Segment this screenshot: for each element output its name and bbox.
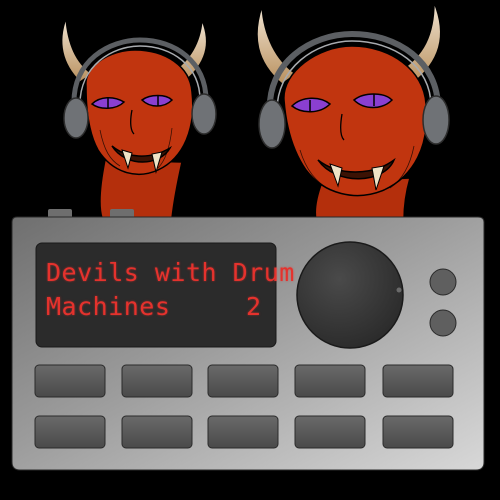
album-cover-illustration (0, 0, 500, 500)
pad-7[interactable] (121, 415, 193, 449)
right-devil-headphone-right-cup (422, 95, 450, 145)
pad-9[interactable] (294, 415, 366, 449)
pad-8[interactable] (207, 415, 279, 449)
small-button-top[interactable] (429, 268, 457, 296)
right-devil-headphone-left-cup (258, 99, 286, 149)
pad-6[interactable] (34, 415, 106, 449)
pad-3[interactable] (207, 364, 279, 398)
pad-4[interactable] (294, 364, 366, 398)
lcd-volume-number: 2 (246, 292, 262, 321)
small-button-bottom[interactable] (429, 309, 457, 337)
drum-machine (11, 209, 485, 471)
left-devil-headphone-left-cup (63, 97, 89, 139)
main-dial-indicator (396, 287, 402, 293)
main-dial[interactable] (296, 241, 404, 349)
pad-2[interactable] (121, 364, 193, 398)
left-devil-headphone-right-cup (191, 93, 217, 135)
lcd-title-line-2: Machines (46, 292, 171, 321)
pad-10[interactable] (382, 415, 454, 449)
lcd-title-line-1: Devils with Drum (46, 258, 295, 287)
pad-1[interactable] (34, 364, 106, 398)
pad-5[interactable] (382, 364, 454, 398)
